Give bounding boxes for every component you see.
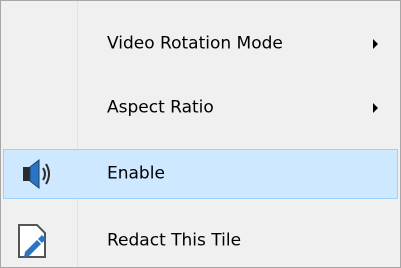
menu-item-enable[interactable]: Enable [3,149,398,199]
menu-item-aspect-ratio[interactable]: Aspect Ratio [3,83,398,133]
menu-item-video-rotation-mode[interactable]: Video Rotation Mode [3,19,398,69]
menu-item-label: Aspect Ratio [107,97,214,118]
redact-pen-icon [18,224,46,258]
menu-item-label: Enable [107,163,165,184]
context-menu: Video Rotation Mode Aspect Ratio Enable … [0,0,401,268]
menu-item-label: Video Rotation Mode [107,33,283,54]
menu-item-redact-this-tile[interactable]: Redact This Tile [3,216,398,266]
submenu-arrow-icon [373,103,378,113]
speaker-icon [23,158,50,190]
menu-item-label: Redact This Tile [107,230,242,251]
submenu-arrow-icon [373,39,378,49]
